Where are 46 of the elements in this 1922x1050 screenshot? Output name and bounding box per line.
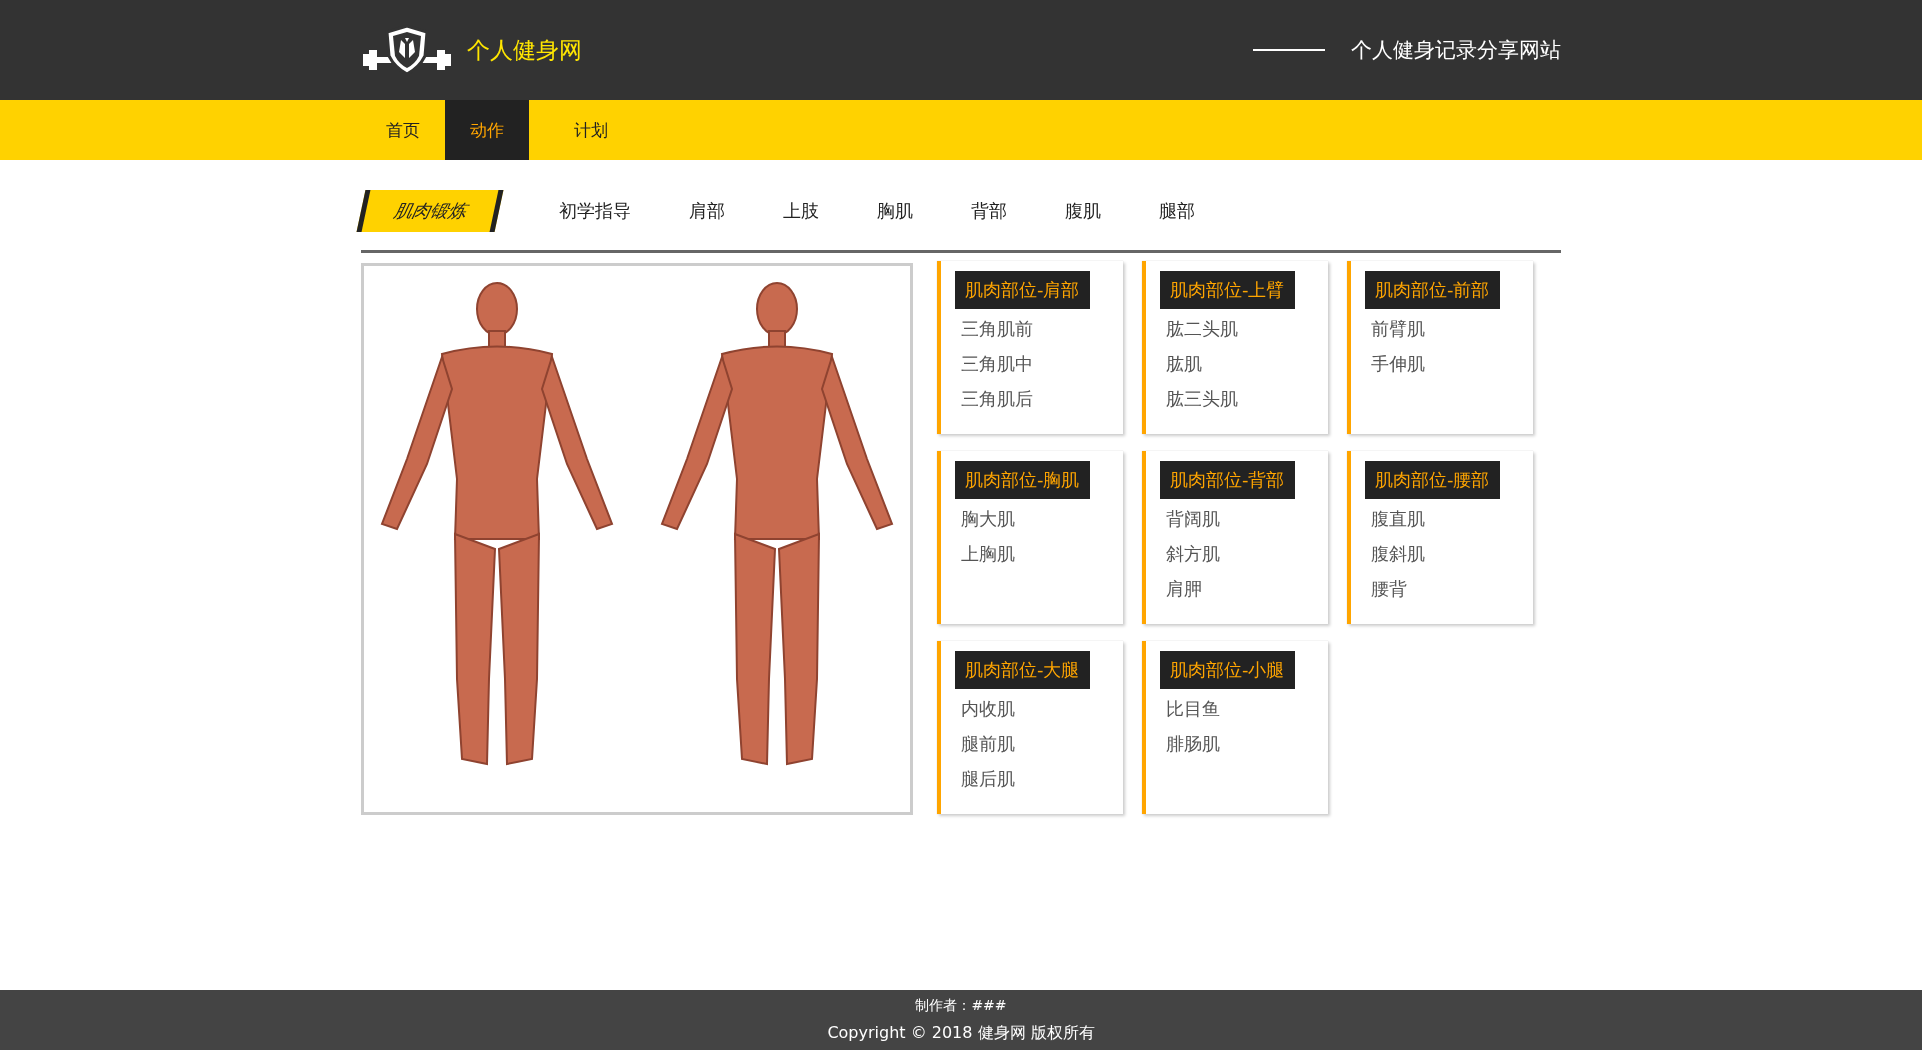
category-link[interactable]: 上肢	[783, 199, 819, 223]
muscle-link[interactable]: 斜方肌	[1160, 536, 1220, 571]
muscle-link[interactable]: 三角肌后	[955, 381, 1033, 416]
muscle-link[interactable]: 胸大肌	[955, 501, 1015, 536]
card-title: 肌肉部位-肩部	[955, 271, 1090, 309]
section-title: 肌肉锻炼	[356, 190, 504, 232]
muscle-link[interactable]: 肱肌	[1160, 346, 1202, 381]
muscle-link[interactable]: 肱二头肌	[1160, 311, 1238, 346]
author-text: 制作者：###	[915, 996, 1007, 1015]
site-name: 个人健身网	[467, 35, 582, 65]
muscle-link[interactable]: 腹直肌	[1365, 501, 1425, 536]
muscle-link[interactable]: 背阔肌	[1160, 501, 1220, 536]
muscle-link[interactable]: 肱三头肌	[1160, 381, 1238, 416]
category-link[interactable]: 胸肌	[877, 199, 913, 223]
card-title: 肌肉部位-胸肌	[955, 461, 1090, 499]
category-link[interactable]: 肩部	[689, 199, 725, 223]
copyright-text: Copyright © 2018 健身网 版权所有	[827, 1022, 1095, 1044]
category-link[interactable]: 腿部	[1159, 199, 1195, 223]
card-title: 肌肉部位-背部	[1160, 461, 1295, 499]
muscle-link[interactable]: 腿前肌	[955, 726, 1015, 761]
muscle-link[interactable]: 三角肌前	[955, 311, 1033, 346]
card-title: 肌肉部位-前部	[1365, 271, 1500, 309]
muscle-link[interactable]: 肩胛	[1160, 571, 1202, 606]
muscle-link[interactable]: 腓肠肌	[1160, 726, 1220, 761]
category-link[interactable]: 腹肌	[1065, 199, 1101, 223]
muscle-link[interactable]: 上胸肌	[955, 536, 1015, 571]
card-title: 肌肉部位-小腿	[1160, 651, 1295, 689]
shield-dumbbell-icon	[361, 24, 453, 76]
nav-item[interactable]: 首页	[361, 100, 445, 160]
muscle-link[interactable]: 手伸肌	[1365, 346, 1425, 381]
category-link[interactable]: 背部	[971, 199, 1007, 223]
tagline: 个人健身记录分享网站	[1351, 37, 1561, 64]
card-title: 肌肉部位-大腿	[955, 651, 1090, 689]
muscle-link[interactable]: 腰背	[1365, 571, 1407, 606]
card-title: 肌肉部位-上臂	[1160, 271, 1295, 309]
muscle-link[interactable]: 前臂肌	[1365, 311, 1425, 346]
tagline-rule	[1253, 49, 1325, 51]
category-link[interactable]: 初学指导	[559, 199, 631, 223]
nav-item[interactable]: 计划	[549, 100, 633, 160]
muscle-link[interactable]: 腹斜肌	[1365, 536, 1425, 571]
muscle-link[interactable]: 比目鱼	[1160, 691, 1220, 726]
nav-item[interactable]: 动作	[445, 100, 529, 160]
card-title: 肌肉部位-腰部	[1365, 461, 1500, 499]
muscle-link[interactable]: 三角肌中	[955, 346, 1033, 381]
muscle-link[interactable]: 内收肌	[955, 691, 1015, 726]
muscle-link[interactable]: 腿后肌	[955, 761, 1015, 796]
